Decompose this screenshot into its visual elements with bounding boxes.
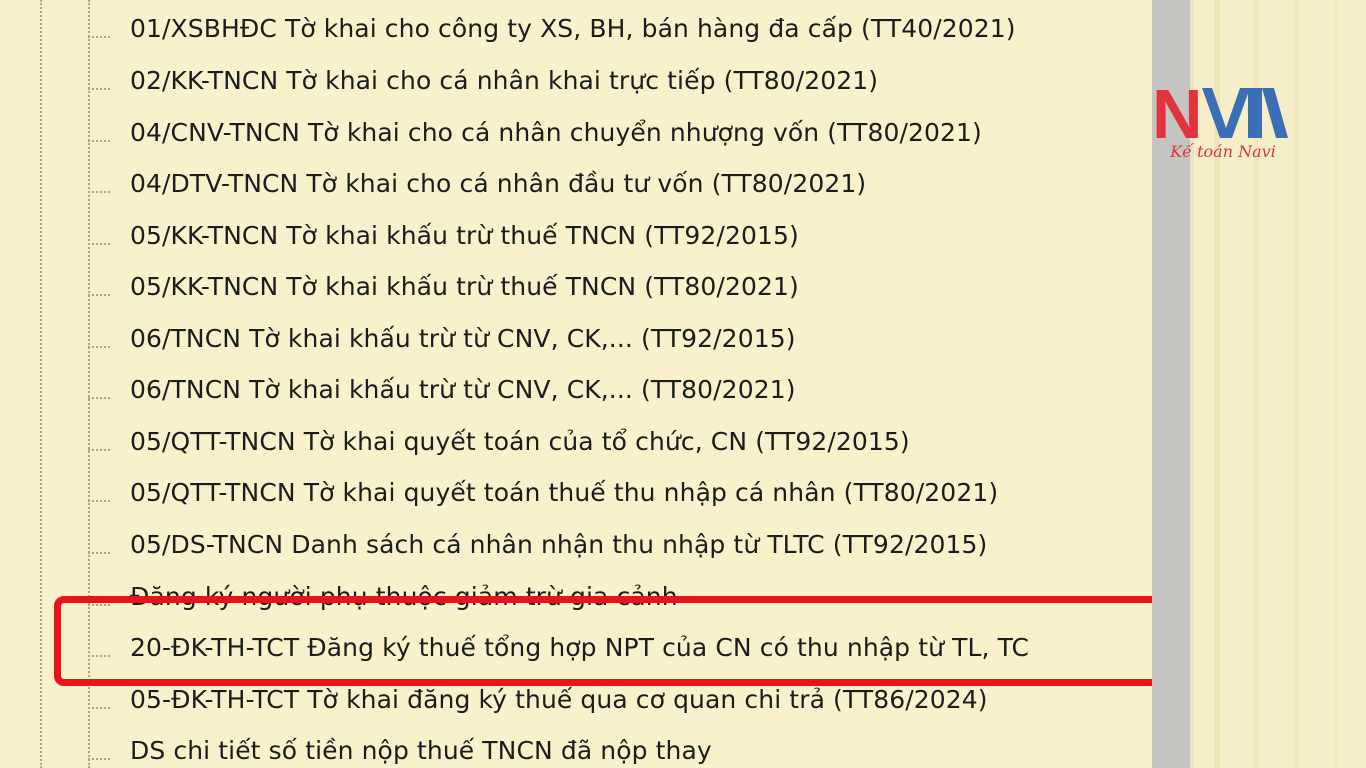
- tree-item[interactable]: 06/TNCN Tờ khai khấu trừ từ CNV, CK,... …: [88, 369, 1138, 409]
- tree-item-label: 05/QTT-TNCN Tờ khai quyết toán thuế thu …: [130, 477, 999, 507]
- tree-connector: [88, 88, 110, 90]
- tree-item[interactable]: 01/XSBHĐC Tờ khai cho công ty XS, BH, bá…: [88, 8, 1138, 48]
- tree-item-label: 02/KK-TNCN Tờ khai cho cá nhân khai trực…: [130, 65, 879, 95]
- tree-item[interactable]: DS chi tiết số tiền nộp thuế TNCN đã nộp…: [88, 730, 1138, 768]
- tree-connector: [88, 552, 110, 554]
- tree-item-label: 05-ĐK-TH-TCT Tờ khai đăng ký thuế qua cơ…: [130, 684, 988, 714]
- tree-connector: [88, 449, 110, 451]
- tree-item-label: 06/TNCN Tờ khai khấu trừ từ CNV, CK,... …: [130, 374, 796, 404]
- tree-item-label: 05/KK-TNCN Tờ khai khấu trừ thuế TNCN (T…: [130, 220, 799, 250]
- tree-item-label: DS chi tiết số tiền nộp thuế TNCN đã nộp…: [130, 735, 712, 765]
- tree-item[interactable]: 04/DTV-TNCN Tờ khai cho cá nhân đầu tư v…: [88, 163, 1138, 203]
- tree-outer-guide-line: [40, 0, 42, 768]
- tree-item-label: 04/DTV-TNCN Tờ khai cho cá nhân đầu tư v…: [130, 168, 867, 198]
- tree-connector: [88, 397, 110, 399]
- tree-item-label: 05/QTT-TNCN Tờ khai quyết toán của tổ ch…: [130, 426, 910, 456]
- tree-connector: [88, 346, 110, 348]
- tree-item[interactable]: 06/TNCN Tờ khai khấu trừ từ CNV, CK,... …: [88, 318, 1138, 358]
- tree-connector: [88, 707, 110, 709]
- tree-item-label: 05/KK-TNCN Tờ khai khấu trừ thuế TNCN (T…: [130, 271, 799, 301]
- tree-connector: [88, 294, 110, 296]
- tree-item[interactable]: 05/KK-TNCN Tờ khai khấu trừ thuế TNCN (T…: [88, 215, 1138, 255]
- tree-connector: [88, 758, 110, 760]
- tree-item[interactable]: 04/CNV-TNCN Tờ khai cho cá nhân chuyển n…: [88, 112, 1138, 152]
- tree-item-label: 06/TNCN Tờ khai khấu trừ từ CNV, CK,... …: [130, 323, 796, 353]
- tree-item[interactable]: 02/KK-TNCN Tờ khai cho cá nhân khai trực…: [88, 60, 1138, 100]
- tree-item-label: 01/XSBHĐC Tờ khai cho công ty XS, BH, bá…: [130, 13, 1016, 43]
- tree-connector: [88, 140, 110, 142]
- tree-item[interactable]: 05/DS-TNCN Danh sách cá nhân nhận thu nh…: [88, 524, 1138, 564]
- highlight-box: [54, 596, 1179, 686]
- tree-item-label: 04/CNV-TNCN Tờ khai cho cá nhân chuyển n…: [130, 117, 982, 147]
- tree-connector: [88, 36, 110, 38]
- tree-connector: [88, 191, 110, 193]
- tree-item[interactable]: 05/QTT-TNCN Tờ khai quyết toán thuế thu …: [88, 472, 1138, 512]
- logo-tagline: Kế toán Navi: [1170, 142, 1276, 161]
- tree-item[interactable]: 05/QTT-TNCN Tờ khai quyết toán của tổ ch…: [88, 421, 1138, 461]
- tree-connector: [88, 500, 110, 502]
- tree-item[interactable]: 05/KK-TNCN Tờ khai khấu trừ thuế TNCN (T…: [88, 266, 1138, 306]
- tree-connector: [88, 243, 110, 245]
- tree-item-label: 05/DS-TNCN Danh sách cá nhân nhận thu nh…: [130, 529, 988, 559]
